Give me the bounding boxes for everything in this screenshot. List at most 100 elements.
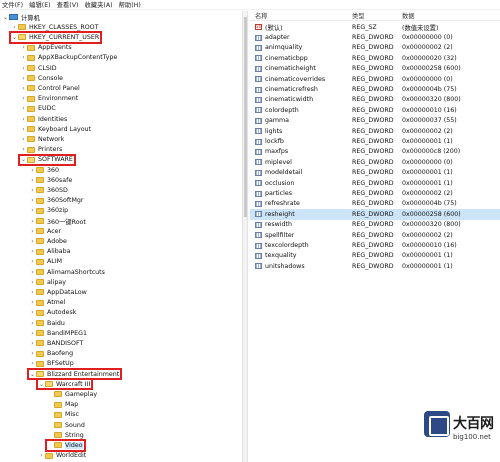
column-header-type[interactable]: 类型 — [347, 11, 397, 20]
chevron-right-icon[interactable]: › — [20, 54, 27, 61]
value-row[interactable]: modeldetail REG_DWORD 0x00000001 (1) — [250, 168, 500, 178]
tree-item[interactable]: › Baofeng — [29, 349, 73, 359]
column-header-data[interactable]: 数据 — [397, 11, 500, 20]
chevron-right-icon[interactable]: › — [20, 136, 27, 143]
chevron-down-icon[interactable]: ⌄ — [2, 14, 9, 21]
scrollbar-thumb[interactable] — [244, 17, 247, 217]
tree-item[interactable]: › 360 — [29, 165, 59, 175]
value-row[interactable]: colordepth REG_DWORD 0x00000010 (16) — [250, 105, 500, 115]
tree-item[interactable]: › BFSetUp — [29, 359, 73, 369]
value-row[interactable]: refreshrate REG_DWORD 0x0000004b (75) — [250, 199, 500, 209]
value-row[interactable]: cinematicrefresh REG_DWORD 0x0000004b (75) — [250, 84, 500, 94]
tree-item[interactable]: › Network — [20, 134, 64, 144]
tree-item[interactable]: › 360safe — [29, 175, 72, 185]
tree-item[interactable]: Map — [47, 400, 78, 410]
tree-item[interactable]: › AppEvents — [20, 43, 71, 53]
tree-item[interactable]: ⌄ Warcraft III — [38, 379, 90, 389]
tree-item[interactable]: › AlimamaShortcuts — [29, 267, 105, 277]
value-row[interactable]: resheight REG_DWORD 0x00000258 (600) — [250, 209, 500, 220]
tree-item[interactable]: › CLSID — [20, 63, 56, 73]
value-row[interactable]: lights REG_DWORD 0x00000002 (2) — [250, 126, 500, 136]
value-row[interactable]: cinematicwidth REG_DWORD 0x00000320 (800) — [250, 95, 500, 105]
column-header-name[interactable]: 名称 — [250, 11, 347, 20]
value-row[interactable]: miplevel REG_DWORD 0x00000000 (0) — [250, 157, 500, 167]
value-row[interactable]: spellfilter REG_DWORD 0x00000002 (2) — [250, 230, 500, 240]
value-row[interactable]: gamma REG_DWORD 0x00000037 (55) — [250, 116, 500, 126]
chevron-right-icon[interactable]: › — [20, 146, 27, 153]
chevron-right-icon[interactable]: › — [29, 309, 36, 316]
chevron-right-icon[interactable]: › — [20, 65, 27, 72]
chevron-right-icon[interactable]: › — [29, 340, 36, 347]
tree-item[interactable]: ⌄ Blizzard Entertainment — [29, 369, 119, 379]
value-row[interactable]: cinematicheight REG_DWORD 0x00000258 (600) — [250, 64, 500, 74]
chevron-down-icon[interactable]: ⌄ — [20, 156, 27, 163]
value-row[interactable]: maxfps REG_DWORD 0x000000c8 (200) — [250, 147, 500, 157]
chevron-right-icon[interactable]: › — [29, 320, 36, 327]
tree-item[interactable]: › EUDC — [20, 104, 56, 114]
chevron-down-icon[interactable]: ⌄ — [38, 381, 45, 388]
value-row[interactable]: unitshadows REG_DWORD 0x00000001 (1) — [250, 261, 500, 271]
chevron-right-icon[interactable]: › — [20, 85, 27, 92]
tree-item[interactable]: › AppDataLow — [29, 287, 86, 297]
tree-item[interactable]: › Atmel — [29, 298, 65, 308]
tree-item[interactable]: › Baidu — [29, 318, 65, 328]
tree-item[interactable]: › BANDISOFT — [29, 338, 83, 348]
tree-item[interactable]: ⌄ SOFTWARE — [20, 155, 73, 165]
tree-item[interactable]: › alipay — [29, 277, 66, 287]
chevron-right-icon[interactable]: › — [20, 126, 27, 133]
value-row[interactable]: lockfb REG_DWORD 0x00000001 (1) — [250, 136, 500, 146]
menu-favorites[interactable]: 收藏夹(A) — [84, 0, 112, 9]
tree-item[interactable]: Misc — [47, 410, 79, 420]
value-row[interactable]: cinematicoverrides REG_DWORD 0x00000000 (0… — [250, 74, 500, 84]
tree-item[interactable]: › Acer — [29, 226, 61, 236]
tree-item[interactable]: › WorldEdit — [38, 451, 86, 461]
tree-item[interactable]: › 360SD — [29, 185, 68, 195]
tree-item[interactable]: › Adobe — [29, 236, 67, 246]
tree-item[interactable]: ⌄ 计算机 — [2, 12, 40, 22]
chevron-right-icon[interactable]: › — [29, 289, 36, 296]
value-row[interactable]: adapter REG_DWORD 0x00000000 (0) — [250, 32, 500, 42]
tree-item[interactable]: › Console — [20, 73, 63, 83]
chevron-right-icon[interactable]: › — [29, 360, 36, 367]
chevron-down-icon[interactable]: ⌄ — [11, 34, 18, 41]
chevron-right-icon[interactable]: › — [29, 248, 36, 255]
chevron-right-icon[interactable]: › — [29, 258, 36, 265]
chevron-right-icon[interactable]: › — [29, 330, 36, 337]
tree-item[interactable]: › BandiMPEG1 — [29, 328, 87, 338]
chevron-right-icon[interactable]: › — [29, 187, 36, 194]
chevron-right-icon[interactable]: › — [29, 350, 36, 357]
tree-item[interactable]: › 360zip — [29, 206, 68, 216]
chevron-right-icon[interactable]: › — [20, 116, 27, 123]
tree-item[interactable]: › Environment — [20, 94, 78, 104]
value-row[interactable]: animquality REG_DWORD 0x00000002 (2) — [250, 43, 500, 53]
value-row[interactable]: (默认) REG_SZ (数值未设置) — [250, 22, 500, 32]
chevron-right-icon[interactable]: › — [29, 269, 36, 276]
chevron-right-icon[interactable]: › — [29, 279, 36, 286]
tree-item[interactable]: › 360一键Root — [29, 216, 86, 226]
chevron-right-icon[interactable]: › — [29, 167, 36, 174]
registry-tree[interactable]: ⌄ 计算机 › HKEY_CLASSES_ROOT ⌄ HKEY_CURRENT_USER… — [0, 11, 242, 462]
tree-item[interactable]: › HKEY_CLASSES_ROOT — [11, 22, 98, 32]
chevron-right-icon[interactable]: › — [29, 218, 36, 225]
chevron-right-icon[interactable]: › — [29, 228, 36, 235]
value-row[interactable]: particles REG_DWORD 0x00000002 (2) — [250, 188, 500, 198]
menu-edit[interactable]: 编辑(E) — [29, 0, 51, 9]
tree-scrollbar[interactable] — [242, 11, 248, 462]
tree-item[interactable]: › Control Panel — [20, 83, 79, 93]
menu-file[interactable]: 文件(F) — [2, 0, 23, 9]
chevron-right-icon[interactable]: › — [29, 299, 36, 306]
tree-item[interactable]: Sound — [47, 420, 85, 430]
tree-item[interactable]: › Keyboard Layout — [20, 124, 91, 134]
tree-item[interactable]: ⌄ HKEY_CURRENT_USER — [11, 32, 99, 42]
chevron-down-icon[interactable]: ⌄ — [29, 371, 36, 378]
tree-item[interactable]: › ALIM — [29, 257, 62, 267]
chevron-right-icon[interactable]: › — [29, 207, 36, 214]
chevron-right-icon[interactable]: › — [29, 197, 36, 204]
menu-view[interactable]: 查看(V) — [57, 0, 79, 9]
tree-item[interactable]: Video — [47, 440, 83, 450]
chevron-right-icon[interactable]: › — [20, 95, 27, 102]
chevron-right-icon[interactable]: › — [29, 238, 36, 245]
tree-item[interactable]: › Identities — [20, 114, 67, 124]
value-row[interactable]: texcolordepth REG_DWORD 0x00000010 (16) — [250, 240, 500, 250]
value-row[interactable]: cinematicbpp REG_DWORD 0x00000020 (32) — [250, 53, 500, 63]
